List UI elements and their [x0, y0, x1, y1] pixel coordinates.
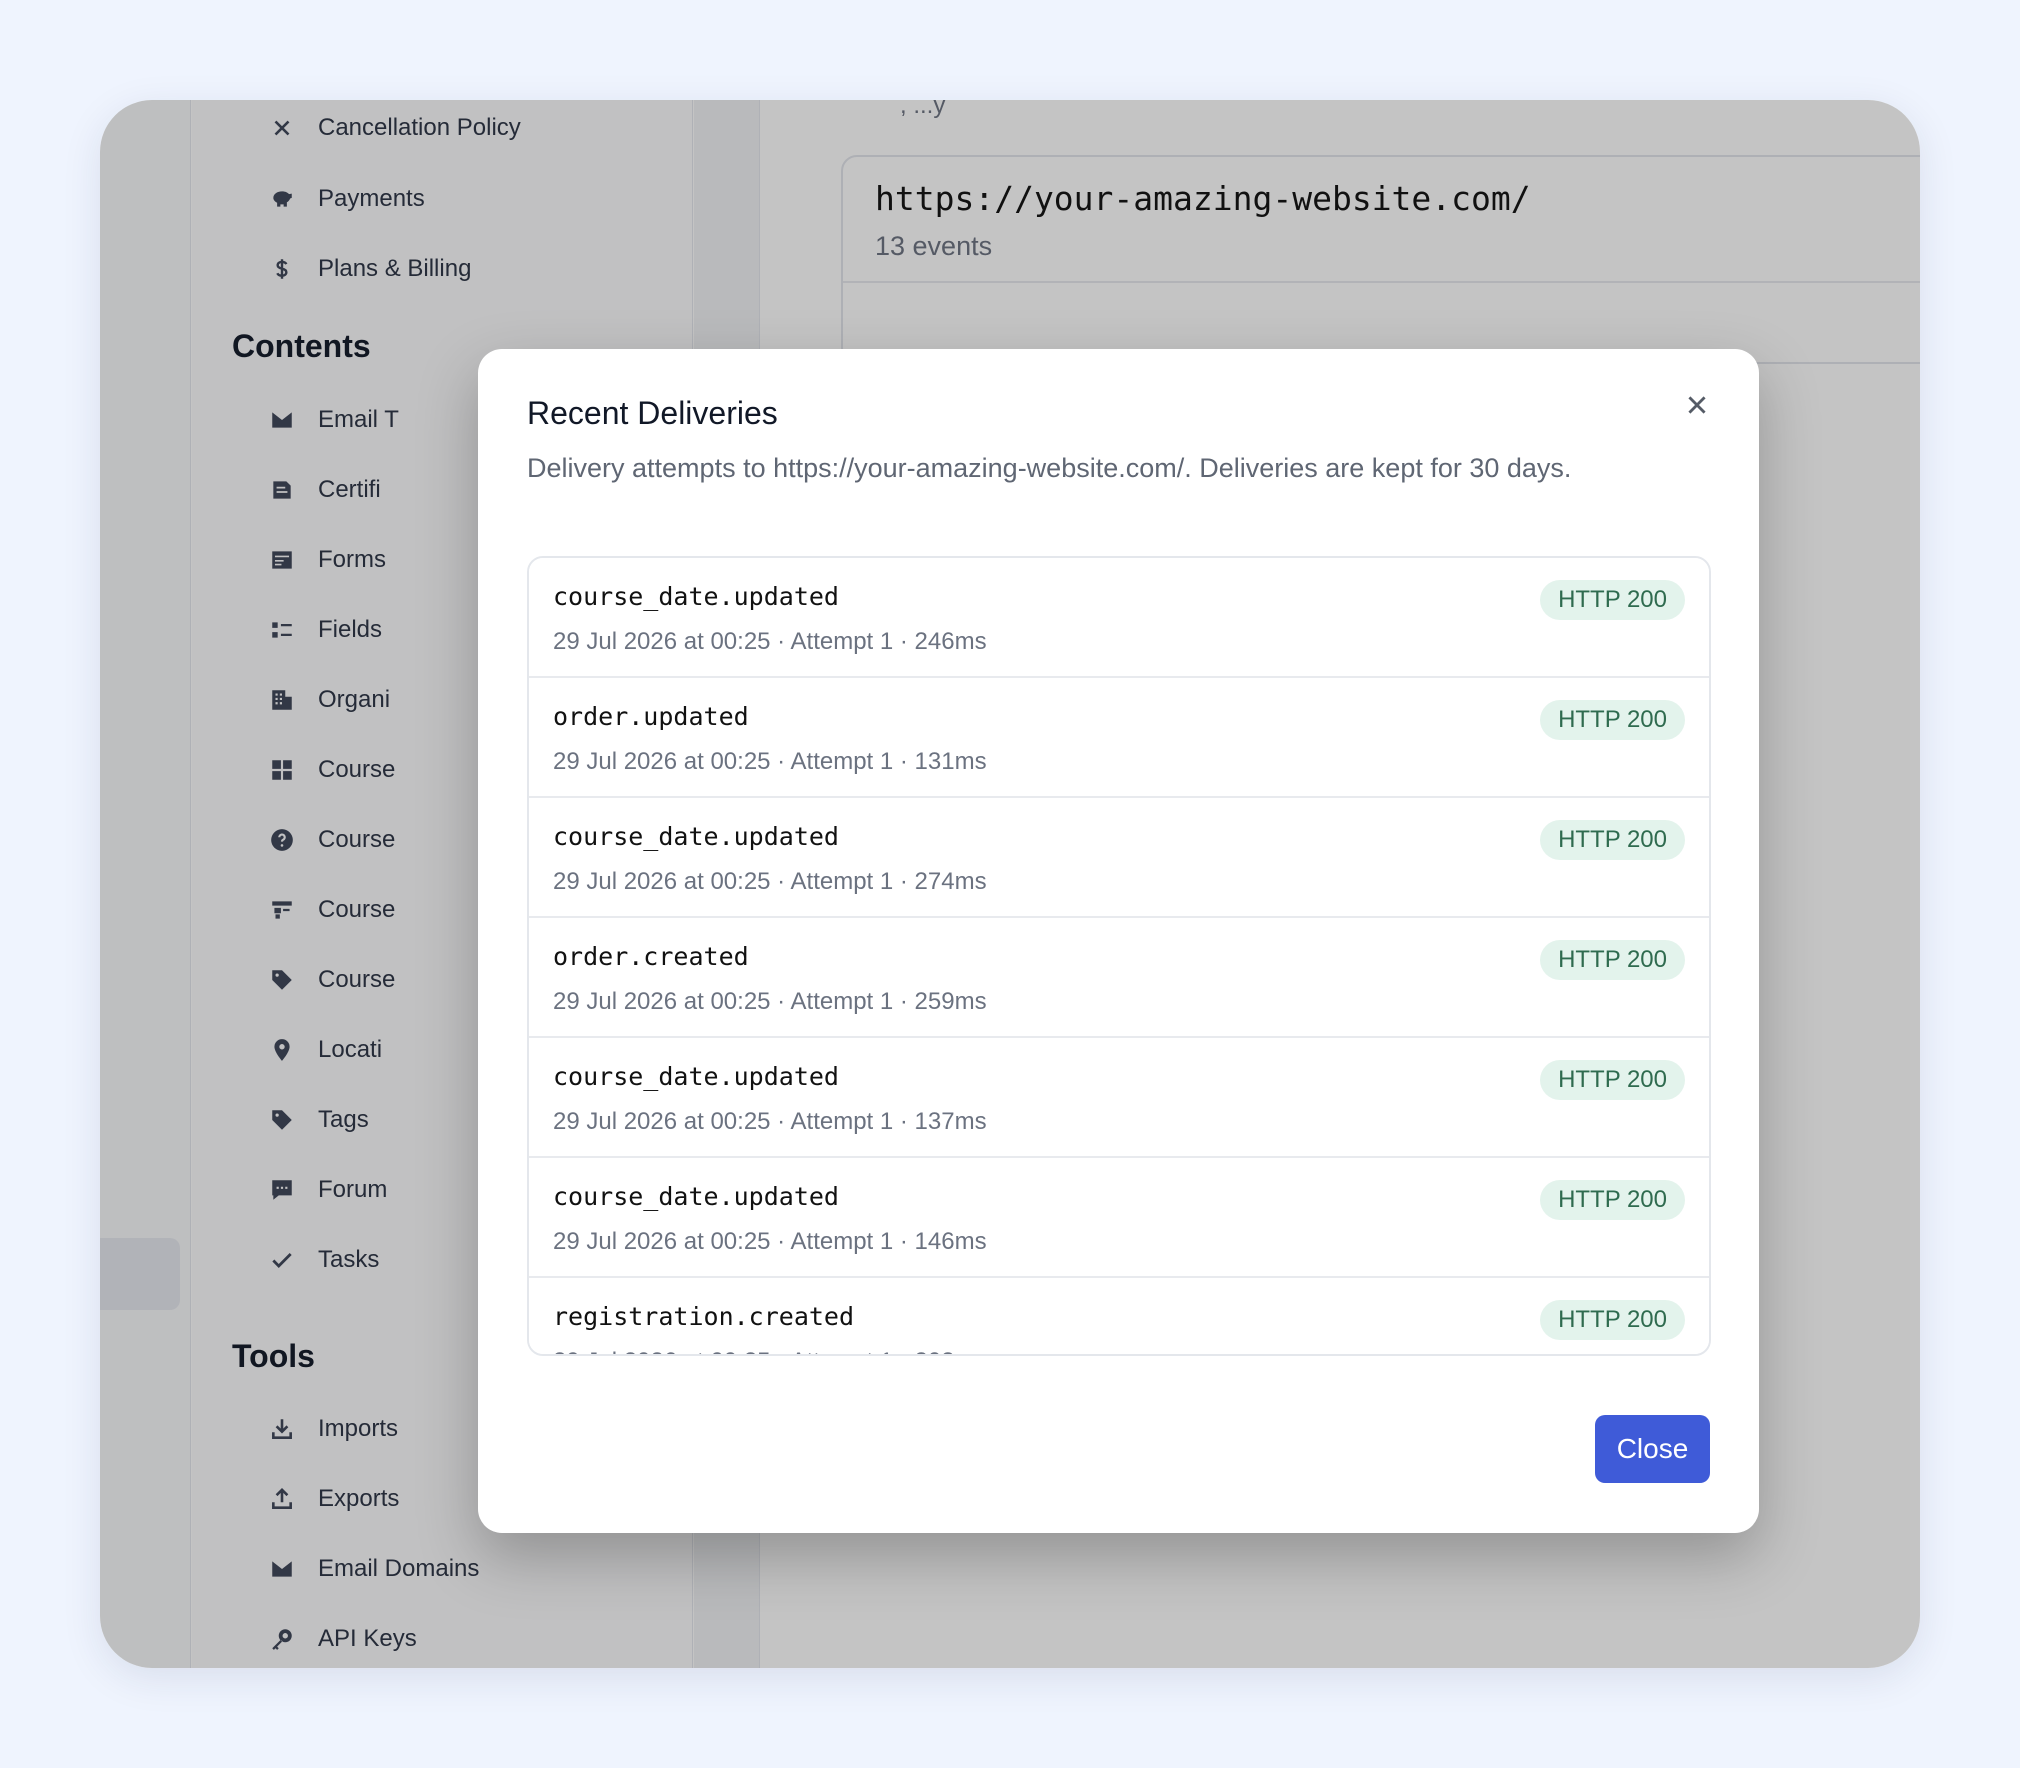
status-badge: HTTP 200 [1540, 820, 1685, 860]
delivery-row[interactable]: course_date.updated 29 Jul 2026 at 00:25… [529, 558, 1709, 678]
delivery-event: course_date.updated [553, 1182, 839, 1211]
deliveries-list[interactable]: course_date.updated 29 Jul 2026 at 00:25… [527, 556, 1711, 1356]
delivery-meta: 29 Jul 2026 at 00:25 · Attempt 1 · 246ms [553, 628, 987, 655]
close-dialog-button[interactable] [1681, 389, 1713, 421]
status-badge: HTTP 200 [1540, 940, 1685, 980]
delivery-event: course_date.updated [553, 1062, 839, 1091]
close-icon [1688, 396, 1706, 414]
status-badge: HTTP 200 [1540, 1300, 1685, 1340]
dialog-description: Delivery attempts to https://your-amazin… [527, 453, 1572, 483]
delivery-row[interactable]: course_date.updated 29 Jul 2026 at 00:25… [529, 1038, 1709, 1158]
delivery-meta: 29 Jul 2026 at 00:25 · Attempt 1 · 274ms [553, 868, 987, 895]
delivery-row[interactable]: registration.created 29 Jul 2026 at 00:2… [529, 1278, 1709, 1354]
delivery-meta: 29 Jul 2026 at 00:25 · Attempt 1 · 146ms [553, 1228, 987, 1255]
delivery-meta: 29 Jul 2026 at 00:25 · Attempt 1 · 203ms [553, 1348, 987, 1354]
close-button[interactable]: Close [1595, 1415, 1710, 1483]
delivery-event: course_date.updated [553, 822, 839, 851]
status-badge: HTTP 200 [1540, 1180, 1685, 1220]
dialog-title: Recent Deliveries [527, 395, 778, 431]
status-badge: HTTP 200 [1540, 700, 1685, 740]
delivery-meta: 29 Jul 2026 at 00:25 · Attempt 1 · 137ms [553, 1108, 987, 1135]
status-badge: HTTP 200 [1540, 1060, 1685, 1100]
delivery-meta: 29 Jul 2026 at 00:25 · Attempt 1 · 259ms [553, 988, 987, 1015]
delivery-row[interactable]: course_date.updated 29 Jul 2026 at 00:25… [529, 1158, 1709, 1278]
delivery-meta: 29 Jul 2026 at 00:25 · Attempt 1 · 131ms [553, 748, 987, 775]
delivery-row[interactable]: course_date.updated 29 Jul 2026 at 00:25… [529, 798, 1709, 918]
delivery-event: registration.created [553, 1302, 855, 1331]
delivery-event: order.updated [553, 702, 749, 731]
recent-deliveries-dialog: Recent Deliveries Delivery attempts to h… [478, 349, 1759, 1533]
status-badge: HTTP 200 [1540, 580, 1685, 620]
delivery-event: order.created [553, 942, 749, 971]
delivery-row[interactable]: order.created 29 Jul 2026 at 00:25 · Att… [529, 918, 1709, 1038]
delivery-event: course_date.updated [553, 582, 839, 611]
app-window: Cancellation Policy Payments Plans & Bil… [100, 100, 1920, 1668]
delivery-row[interactable]: order.updated 29 Jul 2026 at 00:25 · Att… [529, 678, 1709, 798]
